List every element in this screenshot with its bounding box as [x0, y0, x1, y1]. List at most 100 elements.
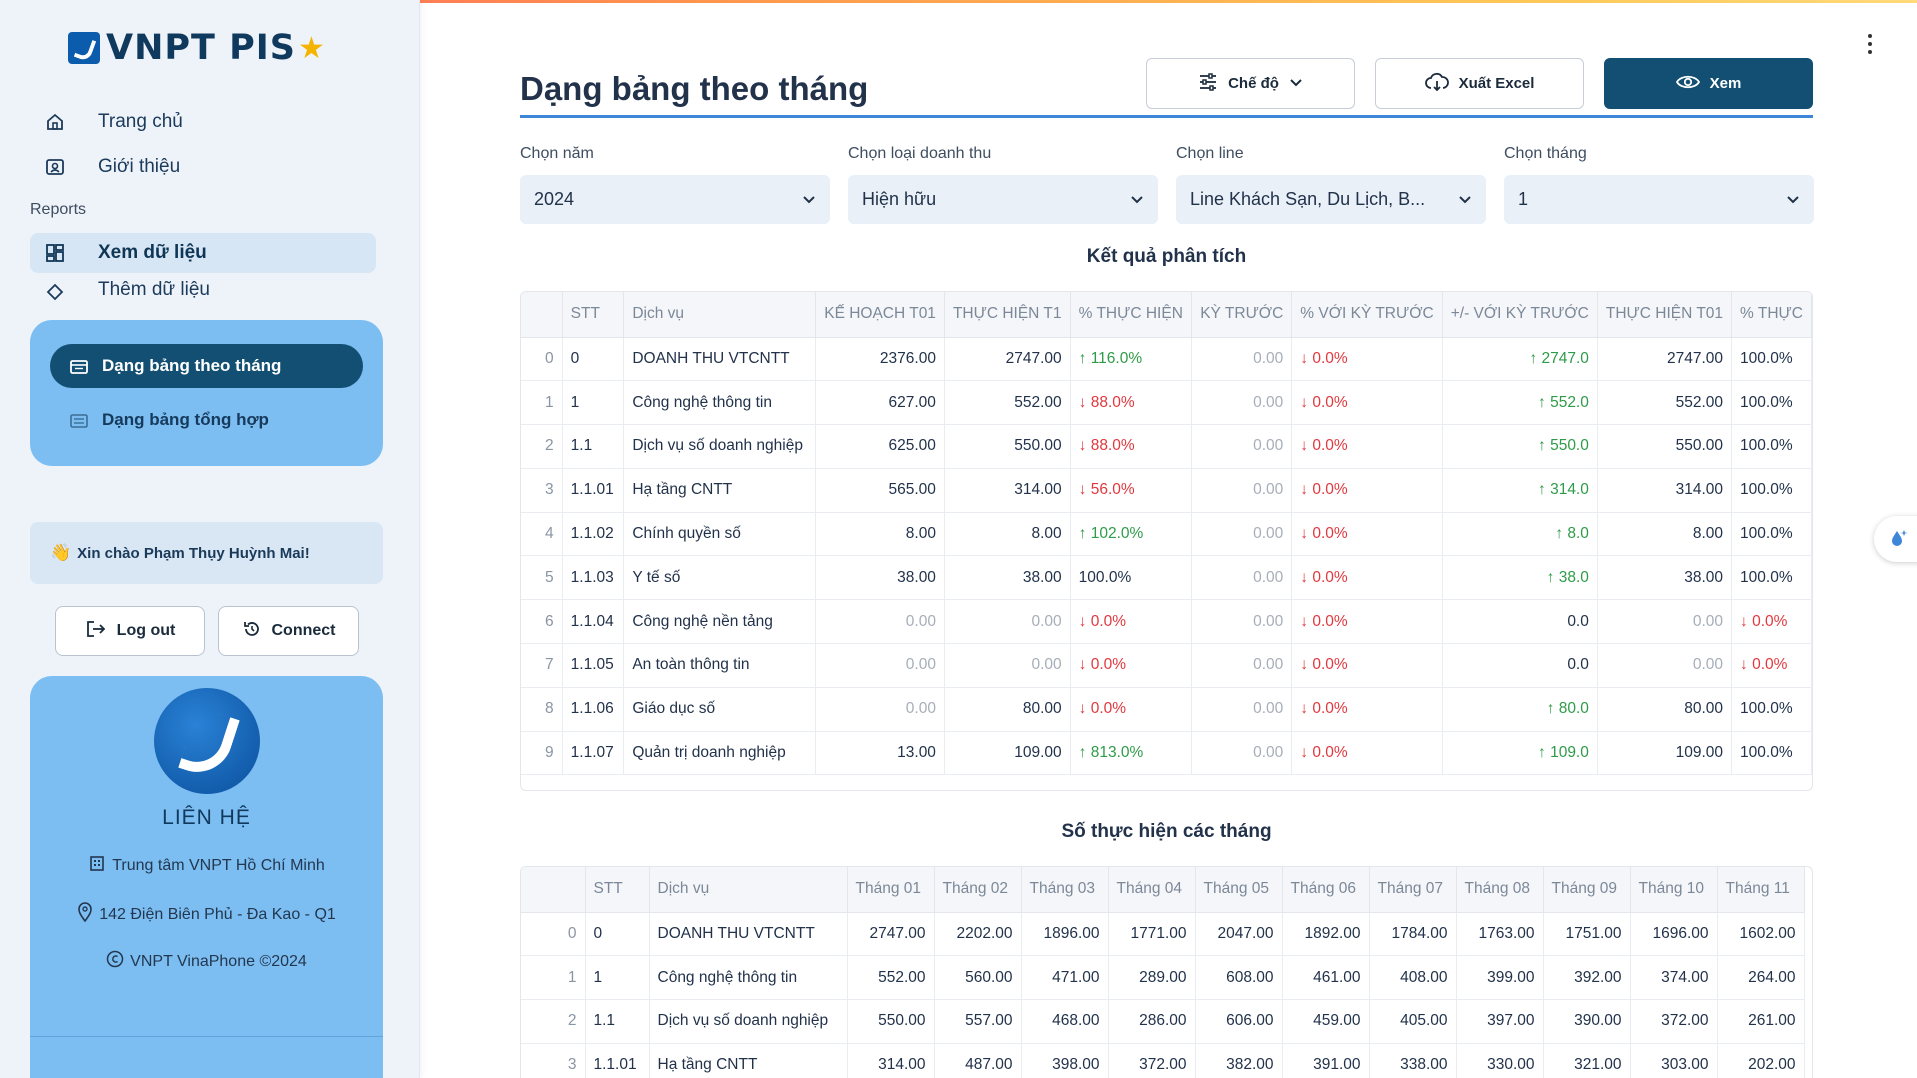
- table-cell: 0.00: [1191, 380, 1293, 426]
- table-row[interactable]: 7 1.1.05 An toàn thông tin 0.00 0.00 ↓ 0.0% 0.…: [521, 643, 1812, 688]
- line-select[interactable]: Line Khách Sạn, Du Lịch, B...: [1176, 175, 1486, 224]
- table-cell: 100.0%: [1070, 555, 1193, 601]
- title-underline: [520, 115, 1813, 118]
- column-header[interactable]: Dịch vụ: [649, 867, 848, 913]
- logout-button[interactable]: Log out: [55, 606, 205, 656]
- table-cell: 9: [521, 731, 563, 776]
- table-row[interactable]: 6 1.1.04 Công nghệ nền tảng 0.00 0.00 ↓ 0.0% 0…: [521, 599, 1812, 645]
- year-value: 2024: [534, 189, 575, 209]
- submenu-item-summary[interactable]: Dạng bảng tổng hợp: [50, 398, 363, 442]
- table-row[interactable]: 1 1 Công nghệ thông tin 552.00 560.00 471.00 2…: [521, 955, 1805, 1001]
- floating-water-icon[interactable]: [1874, 516, 1917, 562]
- table-cell: 0.00: [815, 599, 945, 645]
- view-button[interactable]: Xem: [1604, 58, 1813, 109]
- table-row[interactable]: 2 1.1 Dịch vụ số doanh nghiệp 625.00 550.00 ↓…: [521, 424, 1812, 469]
- table-cell: 606.00: [1195, 999, 1283, 1044]
- nav-item-intro[interactable]: Giới thiệu: [30, 147, 376, 187]
- table-row[interactable]: 1 1 Công nghệ thông tin 627.00 552.00 ↓ 88.0%…: [521, 380, 1812, 426]
- column-header[interactable]: Tháng 10: [1630, 867, 1718, 913]
- chevron-down-icon: [1786, 189, 1800, 210]
- year-select[interactable]: 2024: [520, 175, 830, 224]
- more-options-icon[interactable]: [1868, 34, 1874, 58]
- table-cell: 338.00: [1369, 1043, 1457, 1078]
- column-header[interactable]: KỲ TRƯỚC: [1191, 292, 1293, 338]
- column-header[interactable]: % THỰC: [1731, 292, 1812, 338]
- table-cell: 38.00: [815, 555, 945, 601]
- table-cell: 314.00: [944, 468, 1071, 513]
- column-header[interactable]: Tháng 11: [1717, 867, 1805, 913]
- column-header[interactable]: Tháng 08: [1456, 867, 1544, 913]
- table-cell: 8.00: [1597, 512, 1733, 557]
- mode-dropdown-button[interactable]: Chế độ: [1146, 58, 1355, 109]
- month-select[interactable]: 1: [1504, 175, 1814, 224]
- table-cell: 550.00: [944, 424, 1071, 469]
- nav-item-add-data[interactable]: Thêm dữ liệu: [30, 279, 376, 303]
- table-cell: ↓ 88.0%: [1070, 424, 1193, 469]
- table-row[interactable]: 4 1.1.02 Chính quyền số 8.00 8.00 ↑ 102.0% 0.0…: [521, 512, 1812, 557]
- table-cell: 1696.00: [1630, 912, 1718, 957]
- table-cell: 80.00: [1597, 687, 1733, 732]
- submenu-item-monthly[interactable]: Dạng bảng theo tháng: [50, 344, 363, 388]
- table-cell: 390.00: [1543, 999, 1631, 1044]
- column-header[interactable]: Tháng 03: [1021, 867, 1109, 913]
- table-row[interactable]: 2 1.1 Dịch vụ số doanh nghiệp 550.00 557.00 4…: [521, 999, 1805, 1044]
- table-row[interactable]: 8 1.1.06 Giáo dục số 0.00 80.00 ↓ 0.0% 0.00 ↓ 0…: [521, 687, 1812, 732]
- table-cell: 1602.00: [1717, 912, 1805, 957]
- table-cell: 0.00: [1191, 512, 1293, 557]
- column-header[interactable]: [521, 292, 563, 338]
- connect-button[interactable]: Connect: [218, 606, 359, 656]
- table-cell: 625.00: [815, 424, 945, 469]
- table-cell: Chính quyền số: [623, 512, 817, 557]
- table-cell: Giáo dục số: [623, 687, 817, 732]
- monthly-table[interactable]: STT Dịch vụ Tháng 01 Tháng 02 Tháng 03 Tháng …: [520, 866, 1813, 1078]
- column-header[interactable]: STT: [585, 867, 650, 913]
- revenue-type-select[interactable]: Hiện hữu: [848, 175, 1158, 224]
- nav-label-view-data: Xem dữ liệu: [98, 242, 207, 263]
- table-cell: ↓ 0.0%: [1731, 643, 1812, 688]
- table-cell: 13.00: [815, 731, 945, 776]
- table-row[interactable]: 0 0 DOANH THU VTCNTT 2747.00 2202.00 1896.00 1…: [521, 912, 1805, 957]
- column-header[interactable]: Tháng 05: [1195, 867, 1283, 913]
- column-header[interactable]: KẾ HOẠCH T01: [815, 292, 945, 338]
- table-row[interactable]: 0 0 DOANH THU VTCNTT 2376.00 2747.00 ↑ 116.0%…: [521, 337, 1812, 382]
- column-header[interactable]: STT: [562, 292, 625, 338]
- column-header[interactable]: Dịch vụ: [623, 292, 817, 338]
- table-cell: Hạ tầng CNTT: [623, 468, 817, 513]
- brand-logo[interactable]: VNPT PIS ★: [68, 28, 325, 68]
- column-header[interactable]: THỰC HIỆN T01: [1597, 292, 1733, 338]
- mode-label: Chế độ: [1228, 75, 1279, 92]
- table-row[interactable]: 3 1.1.01 Hạ tầng CNTT 314.00 487.00 398.00 372…: [521, 1043, 1805, 1078]
- table-cell: 0.00: [815, 687, 945, 732]
- table-cell: 0.0: [1442, 643, 1598, 688]
- table-cell: 303.00: [1630, 1043, 1718, 1078]
- contact-address: 142 Điện Biên Phủ - Đa Kao - Q1: [30, 902, 383, 927]
- column-header[interactable]: Tháng 01: [847, 867, 935, 913]
- table-cell: 330.00: [1456, 1043, 1544, 1078]
- nav-item-home[interactable]: Trang chủ: [30, 102, 376, 142]
- table-cell: ↑ 109.0: [1442, 731, 1598, 776]
- column-header[interactable]: Tháng 04: [1108, 867, 1196, 913]
- table-cell: 372.00: [1630, 999, 1718, 1044]
- chevron-down-icon: [802, 189, 816, 210]
- analysis-table[interactable]: STT Dịch vụ KẾ HOẠCH T01 THỰC HIỆN T1% THỰC…: [520, 291, 1813, 791]
- table-cell: 557.00: [934, 999, 1022, 1044]
- column-header[interactable]: +/- VỚI KỲ TRƯỚC: [1442, 292, 1598, 338]
- table-row[interactable]: 3 1.1.01 Hạ tầng CNTT 565.00 314.00 ↓ 56.0% 0.…: [521, 468, 1812, 513]
- table-cell: Công nghệ nền tảng: [623, 599, 817, 645]
- column-header[interactable]: Tháng 07: [1369, 867, 1457, 913]
- column-header[interactable]: Tháng 09: [1543, 867, 1631, 913]
- export-excel-button[interactable]: Xuất Excel: [1375, 58, 1584, 109]
- column-header[interactable]: Tháng 06: [1282, 867, 1370, 913]
- column-header[interactable]: % VỚI KỲ TRƯỚC: [1291, 292, 1443, 338]
- line-value: Line Khách Sạn, Du Lịch, B...: [1190, 189, 1426, 209]
- table-cell: An toàn thông tin: [623, 643, 817, 688]
- table-cell: 408.00: [1369, 955, 1457, 1001]
- column-header[interactable]: % THỰC HIỆN: [1070, 292, 1193, 338]
- column-header[interactable]: [521, 867, 586, 913]
- table-row[interactable]: 5 1.1.03 Y tế số 38.00 38.00 100.0% 0.00 ↓ 0.0%…: [521, 555, 1812, 601]
- nav-item-view-data[interactable]: Xem dữ liệu: [30, 233, 376, 273]
- table-cell: 550.00: [1597, 424, 1733, 469]
- column-header[interactable]: Tháng 02: [934, 867, 1022, 913]
- table-row[interactable]: 9 1.1.07 Quản trị doanh nghiệp 13.00 109.00 ↑…: [521, 731, 1812, 776]
- column-header[interactable]: THỰC HIỆN T1: [944, 292, 1071, 338]
